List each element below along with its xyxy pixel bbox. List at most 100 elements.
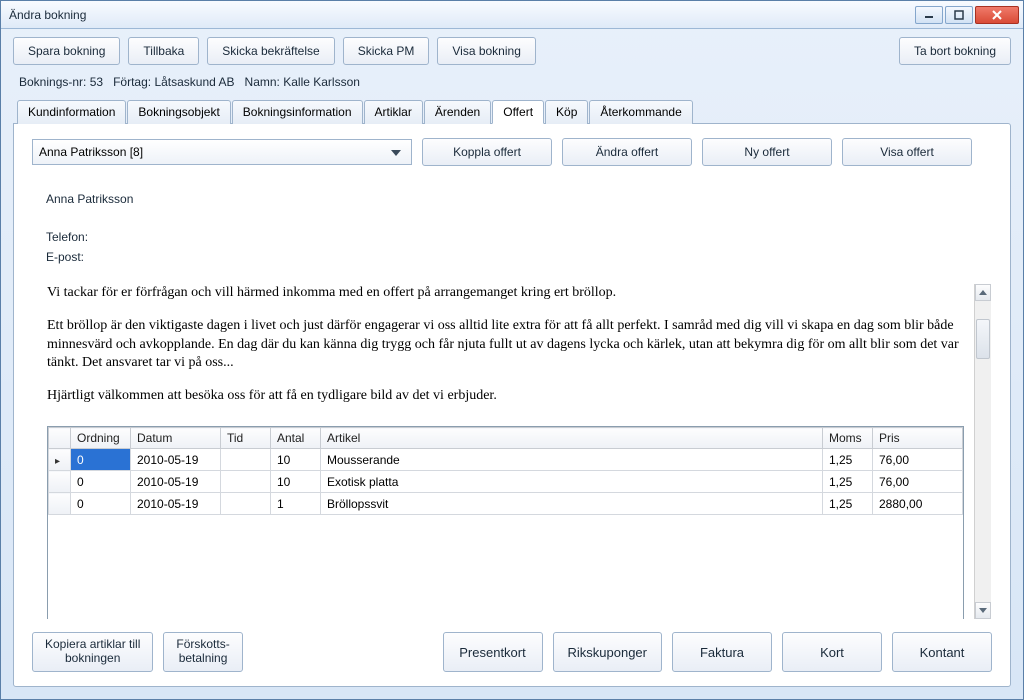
chevron-down-icon (387, 145, 405, 159)
cell-moms[interactable]: 1,25 (823, 493, 873, 515)
delete-booking-button[interactable]: Ta bort bokning (899, 37, 1011, 65)
cell-artikel[interactable]: Bröllopssvit (321, 493, 823, 515)
customer-phone-label: Telefon: (46, 228, 978, 247)
row-header (49, 471, 71, 493)
minimize-button[interactable] (915, 6, 943, 24)
customer-block: Anna Patriksson Telefon: E-post: (46, 190, 978, 267)
scroll-thumb[interactable] (976, 319, 990, 359)
rikskuponger-button[interactable]: Rikskuponger (553, 632, 663, 672)
cell-moms[interactable]: 1,25 (823, 449, 873, 471)
letter-p3: Hjärtligt välkommen att besöka oss för a… (47, 387, 964, 406)
kontant-button[interactable]: Kontant (892, 632, 992, 672)
letter-body: Vi tackar för er förfrågan och vill härm… (33, 284, 974, 619)
name-label: Namn: (245, 75, 280, 89)
col-datum[interactable]: Datum (131, 428, 221, 449)
presentkort-button[interactable]: Presentkort (443, 632, 543, 672)
cell-pris[interactable]: 2880,00 (873, 493, 963, 515)
name-value: Kalle Karlsson (283, 75, 360, 89)
content: Spara bokning Tillbaka Skicka bekräftels… (1, 29, 1023, 699)
kort-button[interactable]: Kort (782, 632, 882, 672)
maximize-button[interactable] (945, 6, 973, 24)
cell-artikel[interactable]: Mousserande (321, 449, 823, 471)
table-row[interactable]: 02010-05-19 1Bröllopssvit1,252880,00 (49, 493, 963, 515)
col-pris[interactable]: Pris (873, 428, 963, 449)
company-value: Låtsaskund AB (154, 75, 234, 89)
ny-offert-button[interactable]: Ny offert (702, 138, 832, 166)
table-row[interactable]: 02010-05-19 10Exotisk platta1,2576,00 (49, 471, 963, 493)
close-icon (991, 10, 1003, 20)
tab-artiklar[interactable]: Artiklar (364, 100, 423, 124)
letter-p2: Ett bröllop är den viktigaste dagen i li… (47, 317, 964, 374)
col-ordning[interactable]: Ordning (71, 428, 131, 449)
close-button[interactable] (975, 6, 1019, 24)
tab-bokningsobjekt[interactable]: Bokningsobjekt (127, 100, 230, 124)
tab-strip: Kundinformation Bokningsobjekt Bokningsi… (13, 99, 1011, 123)
send-confirmation-button[interactable]: Skicka bekräftelse (207, 37, 334, 65)
forskottsbetalning-button[interactable]: Förskotts- betalning (163, 632, 242, 672)
cell-datum[interactable]: 2010-05-19 (131, 449, 221, 471)
window: Ändra bokning Spara bokning Tillbaka Ski… (0, 0, 1024, 700)
row-header (49, 493, 71, 515)
booking-nr-label: Boknings-nr: (19, 75, 86, 89)
visa-offert-button[interactable]: Visa offert (842, 138, 972, 166)
company-label: Förtag: (113, 75, 151, 89)
letter-p1: Vi tackar för er förfrågan och vill härm… (47, 284, 964, 303)
send-pm-button[interactable]: Skicka PM (343, 37, 430, 65)
titlebar: Ändra bokning (1, 1, 1023, 29)
tab-bokningsinformation[interactable]: Bokningsinformation (232, 100, 363, 124)
koppla-offert-button[interactable]: Koppla offert (422, 138, 552, 166)
cell-ordning[interactable]: 0 (71, 493, 131, 515)
scroll-up-icon[interactable] (975, 284, 991, 301)
kopiera-artiklar-button[interactable]: Kopiera artiklar till bokningen (32, 632, 153, 672)
scroll-track[interactable] (975, 301, 991, 602)
cell-artikel[interactable]: Exotisk platta (321, 471, 823, 493)
tab-aterkommande[interactable]: Återkommande (589, 100, 692, 124)
tab-kop[interactable]: Köp (545, 100, 588, 124)
cell-antal[interactable]: 10 (271, 471, 321, 493)
save-button[interactable]: Spara bokning (13, 37, 120, 65)
scroll-down-icon[interactable] (975, 602, 991, 619)
grid-corner (49, 428, 71, 449)
tab-kundinformation[interactable]: Kundinformation (17, 100, 126, 124)
cell-pris[interactable]: 76,00 (873, 471, 963, 493)
article-grid[interactable]: Ordning Datum Tid Antal Artikel Moms Pri… (47, 426, 964, 619)
col-tid[interactable]: Tid (221, 428, 271, 449)
offert-action-row: Anna Patriksson [8] Koppla offert Ändra … (32, 138, 992, 166)
grid-empty-area (48, 515, 963, 619)
cell-tid[interactable] (221, 449, 271, 471)
cell-ordning[interactable]: 0 (71, 449, 131, 471)
col-antal[interactable]: Antal (271, 428, 321, 449)
row-header: ▸ (49, 449, 71, 471)
booking-info-line: Boknings-nr: 53 Förtag: Låtsaskund AB Na… (13, 75, 1011, 89)
bottom-toolbar: Kopiera artiklar till bokningen Förskott… (32, 632, 992, 672)
andra-offert-button[interactable]: Ändra offert (562, 138, 692, 166)
cell-pris[interactable]: 76,00 (873, 449, 963, 471)
table-row[interactable]: ▸02010-05-19 10Mousserande1,2576,00 (49, 449, 963, 471)
letter-area: Vi tackar för er förfrågan och vill härm… (32, 283, 992, 620)
customer-name: Anna Patriksson (46, 190, 978, 209)
show-booking-button[interactable]: Visa bokning (437, 37, 536, 65)
cell-ordning[interactable]: 0 (71, 471, 131, 493)
offert-select-value: Anna Patriksson [8] (39, 145, 143, 159)
cell-moms[interactable]: 1,25 (823, 471, 873, 493)
cell-antal[interactable]: 1 (271, 493, 321, 515)
letter-scrollbar[interactable] (974, 284, 991, 619)
window-title: Ändra bokning (5, 8, 913, 22)
maximize-icon (954, 10, 964, 20)
cell-datum[interactable]: 2010-05-19 (131, 471, 221, 493)
main-toolbar: Spara bokning Tillbaka Skicka bekräftels… (13, 37, 1011, 65)
offert-panel: Anna Patriksson [8] Koppla offert Ändra … (13, 123, 1011, 687)
tab-arenden[interactable]: Ärenden (424, 100, 491, 124)
back-button[interactable]: Tillbaka (128, 37, 199, 65)
cell-tid[interactable] (221, 471, 271, 493)
booking-nr-value: 53 (90, 75, 103, 89)
cell-tid[interactable] (221, 493, 271, 515)
faktura-button[interactable]: Faktura (672, 632, 772, 672)
offert-select[interactable]: Anna Patriksson [8] (32, 139, 412, 165)
customer-email-label: E-post: (46, 248, 978, 267)
cell-antal[interactable]: 10 (271, 449, 321, 471)
tab-offert[interactable]: Offert (492, 100, 544, 124)
col-artikel[interactable]: Artikel (321, 428, 823, 449)
col-moms[interactable]: Moms (823, 428, 873, 449)
cell-datum[interactable]: 2010-05-19 (131, 493, 221, 515)
